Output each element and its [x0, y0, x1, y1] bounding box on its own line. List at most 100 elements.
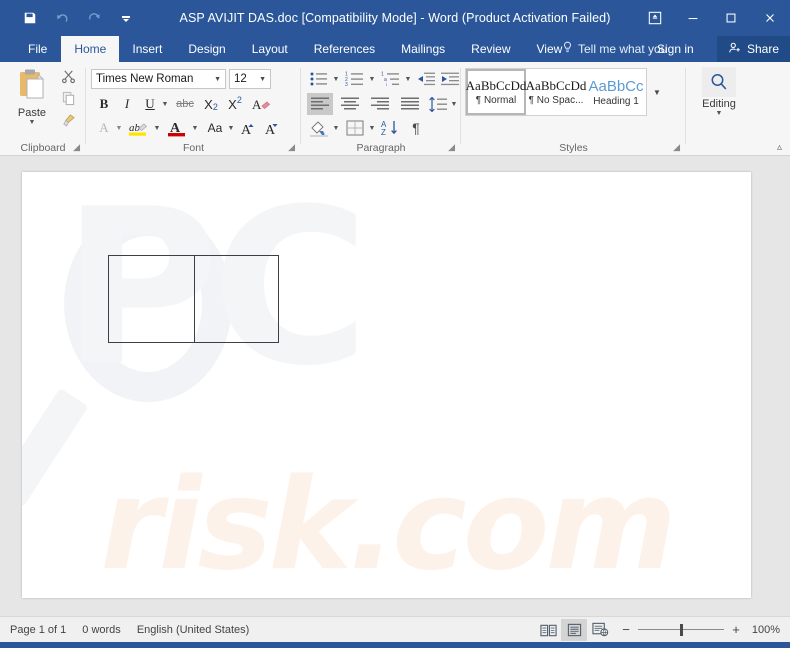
tab-references[interactable]: References: [301, 36, 388, 62]
numbering-caret[interactable]: ▼: [367, 68, 377, 90]
table-cell-1[interactable]: [109, 256, 195, 342]
share-button[interactable]: Share: [717, 36, 790, 62]
font-dialog-launcher[interactable]: ◢: [288, 142, 295, 153]
tell-me-search[interactable]: Tell me what you want to do: [562, 36, 669, 62]
paragraph-dialog-launcher[interactable]: ◢: [448, 142, 455, 153]
document-table[interactable]: [108, 255, 279, 343]
bold-button[interactable]: B: [94, 93, 114, 115]
sort-button[interactable]: AZ: [379, 117, 403, 139]
table-cell-2[interactable]: [195, 256, 278, 342]
save-icon[interactable]: [14, 4, 46, 32]
tab-review[interactable]: Review: [458, 36, 523, 62]
italic-button[interactable]: I: [117, 93, 137, 115]
text-effects-caret[interactable]: ▼: [114, 117, 124, 139]
copy-button[interactable]: [56, 90, 80, 112]
numbering-button[interactable]: 123: [343, 68, 367, 90]
bullets-caret[interactable]: ▼: [331, 68, 341, 90]
close-icon[interactable]: [750, 0, 790, 36]
highlight-caret[interactable]: ▼: [152, 117, 162, 139]
zoom-in-button[interactable]: +: [731, 622, 741, 637]
tab-insert[interactable]: Insert: [119, 36, 175, 62]
document-area: PC risk.com: [0, 156, 790, 616]
shrink-font-button[interactable]: A: [262, 117, 282, 139]
shading-caret[interactable]: ▼: [331, 117, 341, 139]
ribbon-group-editing: Editing ▼: [686, 62, 752, 156]
watermark-risk-text: risk.com: [100, 451, 677, 598]
styles-group-label: Styles: [559, 142, 588, 154]
line-spacing-caret[interactable]: ▼: [449, 93, 459, 115]
customize-quick-access-icon[interactable]: [110, 4, 142, 32]
line-spacing-button[interactable]: [427, 93, 449, 115]
style-sample: AaBbCcDd: [465, 78, 527, 93]
bullets-button[interactable]: [307, 68, 331, 90]
styles-dialog-launcher[interactable]: ◢: [673, 142, 680, 153]
tab-design[interactable]: Design: [175, 36, 238, 62]
borders-button[interactable]: [343, 117, 367, 139]
multilevel-list-button[interactable]: 1ai: [379, 68, 403, 90]
chevron-down-icon[interactable]: ▼: [214, 76, 221, 83]
styles-more-button[interactable]: ▼: [649, 68, 665, 116]
editing-dropdown-caret[interactable]: ▼: [716, 110, 723, 117]
style-no-spacing[interactable]: AaBbCcDd ¶ No Spac...: [526, 69, 587, 115]
page-indicator[interactable]: Page 1 of 1: [10, 624, 66, 636]
language-indicator[interactable]: English (United States): [137, 624, 250, 636]
underline-dropdown-caret[interactable]: ▼: [160, 93, 170, 115]
clear-formatting-button[interactable]: A: [249, 93, 273, 115]
zoom-percentage[interactable]: 100%: [748, 624, 780, 636]
vertical-scrollbar[interactable]: [776, 156, 787, 616]
borders-caret[interactable]: ▼: [367, 117, 377, 139]
print-layout-button[interactable]: [561, 618, 587, 641]
minimize-icon[interactable]: [674, 0, 712, 36]
change-case-button[interactable]: Aa: [202, 117, 228, 139]
subscript-button[interactable]: X2: [200, 93, 222, 115]
web-layout-button[interactable]: [587, 619, 613, 641]
maximize-icon[interactable]: [712, 0, 750, 36]
zoom-slider-thumb[interactable]: [680, 623, 683, 636]
font-name-combobox[interactable]: Times New Roman ▼: [91, 69, 226, 89]
sign-in-button[interactable]: Sign in: [657, 36, 694, 62]
ribbon: Paste ▼ Clipboard ◢ Times New Roman ▼ 12…: [0, 62, 790, 156]
multilevel-caret[interactable]: ▼: [403, 68, 413, 90]
font-size-combobox[interactable]: 12 ▼: [229, 69, 271, 89]
underline-button[interactable]: U: [140, 93, 160, 115]
ribbon-display-options-icon[interactable]: [636, 0, 674, 36]
superscript-button[interactable]: X2: [224, 93, 246, 115]
tab-home[interactable]: Home: [61, 36, 120, 62]
align-center-button[interactable]: [337, 93, 363, 115]
chevron-down-icon[interactable]: ▼: [259, 76, 266, 83]
undo-icon[interactable]: [46, 4, 78, 32]
style-name: Heading 1: [593, 95, 639, 107]
tab-layout[interactable]: Layout: [239, 36, 301, 62]
font-color-caret[interactable]: ▼: [190, 117, 200, 139]
document-page[interactable]: PC risk.com: [22, 172, 751, 598]
collapse-ribbon-button[interactable]: ▵: [777, 142, 782, 153]
editing-button[interactable]: Editing ▼: [698, 67, 740, 117]
style-normal[interactable]: AaBbCcDd ¶ Normal: [466, 69, 526, 115]
paste-button[interactable]: Paste ▼: [10, 67, 54, 126]
format-painter-button[interactable]: [56, 112, 80, 134]
zoom-out-button[interactable]: −: [621, 622, 631, 637]
tab-mailings[interactable]: Mailings: [388, 36, 458, 62]
cut-button[interactable]: [56, 68, 80, 90]
increase-indent-button[interactable]: [439, 68, 461, 90]
word-count[interactable]: 0 words: [82, 624, 121, 636]
change-case-caret[interactable]: ▼: [226, 117, 236, 139]
align-left-button[interactable]: [307, 93, 333, 115]
font-color-button[interactable]: A: [164, 117, 190, 139]
text-effects-button[interactable]: A: [94, 117, 114, 139]
style-heading-1[interactable]: AaBbCc Heading 1: [586, 69, 646, 115]
text-highlight-color-button[interactable]: ab: [126, 117, 152, 139]
redo-icon[interactable]: [78, 4, 110, 32]
zoom-slider[interactable]: [638, 623, 724, 636]
justify-button[interactable]: [397, 93, 423, 115]
strikethrough-button[interactable]: abc: [172, 93, 198, 115]
clipboard-dialog-launcher[interactable]: ◢: [73, 142, 80, 153]
tab-file[interactable]: File: [14, 36, 61, 62]
align-right-button[interactable]: [367, 93, 393, 115]
decrease-indent-button[interactable]: [415, 68, 437, 90]
shading-button[interactable]: [307, 117, 331, 139]
show-formatting-marks-button[interactable]: ¶: [405, 117, 427, 139]
read-mode-button[interactable]: [535, 619, 561, 641]
paste-dropdown-caret[interactable]: ▼: [29, 119, 36, 126]
grow-font-button[interactable]: A: [238, 117, 258, 139]
